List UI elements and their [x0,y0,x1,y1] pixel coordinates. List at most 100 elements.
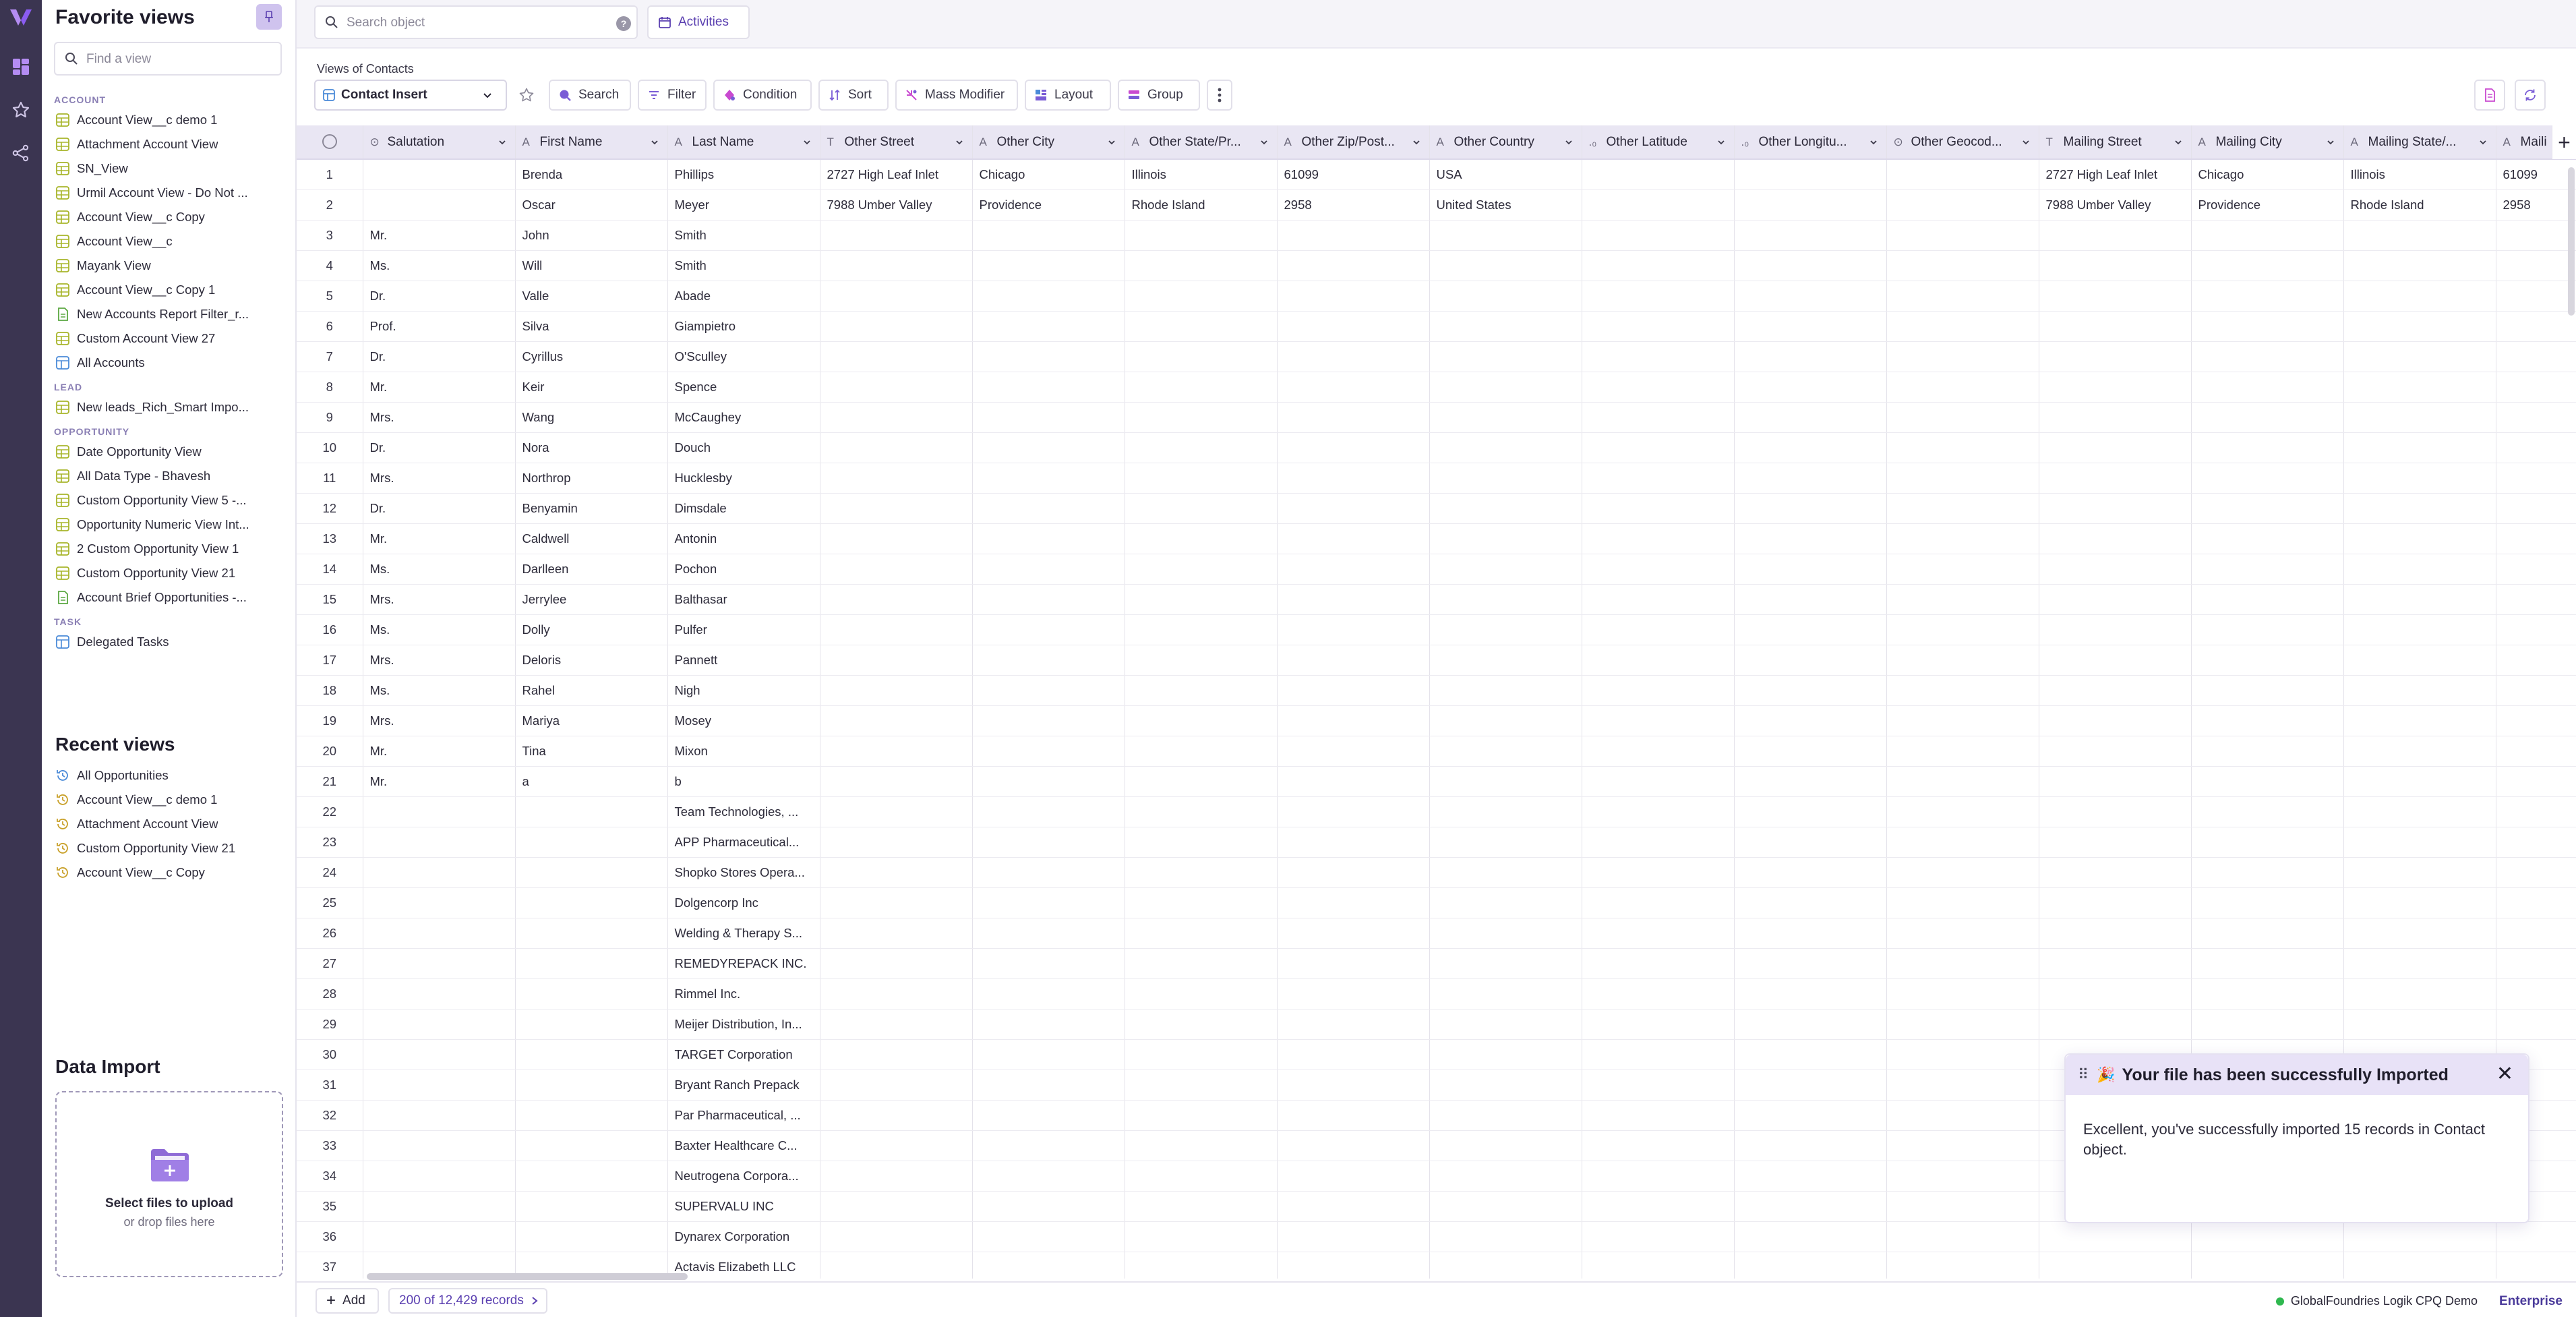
table-row[interactable]: 20 Mr. Tina Mixon [297,736,2576,767]
table-cell[interactable]: 61099 [1277,159,1430,190]
table-cell[interactable]: McCaughey [667,402,820,433]
table-cell[interactable] [2039,372,2192,403]
table-cell[interactable]: Pannett [667,645,820,676]
table-cell[interactable] [972,736,1125,767]
table-cell[interactable] [1886,675,2039,706]
table-cell[interactable] [1125,432,1278,463]
table-cell[interactable] [2496,341,2576,372]
table-row[interactable]: 28 Rimmel Inc. [297,978,2576,1009]
table-cell[interactable] [2343,372,2496,403]
table-cell[interactable] [972,1039,1125,1070]
table-cell[interactable] [820,614,973,645]
table-cell[interactable] [2039,827,2192,858]
table-cell[interactable] [820,948,973,979]
table-row[interactable]: 22 Team Technologies, ... [297,796,2576,827]
table-cell[interactable]: 7988 Umber Valley [2039,189,2192,221]
table-cell[interactable]: Ms. [363,675,516,706]
table-cell[interactable] [1886,1130,2039,1161]
more-options-button[interactable] [1207,80,1232,111]
table-cell[interactable] [820,523,973,554]
chevron-down-icon[interactable] [2021,136,2031,151]
table-cell[interactable] [1886,341,2039,372]
group-button[interactable]: Group [1118,80,1200,111]
table-cell[interactable]: Mrs. [363,402,516,433]
table-cell[interactable] [1429,523,1582,554]
table-cell[interactable] [1125,311,1278,342]
table-cell[interactable] [1125,1252,1278,1279]
table-cell[interactable] [1886,1191,2039,1222]
table-cell[interactable] [515,1191,668,1222]
table-cell[interactable] [2039,341,2192,372]
table-cell[interactable] [1429,463,1582,494]
column-header[interactable]: .₀ Other Longitu... [1734,125,1887,160]
table-cell[interactable] [820,736,973,767]
table-cell[interactable] [972,1161,1125,1192]
table-cell[interactable] [972,402,1125,433]
table-cell[interactable]: Mr. [363,766,516,797]
table-cell[interactable] [1582,827,1735,858]
search-button[interactable]: Search [549,80,631,111]
table-cell[interactable] [2191,523,2344,554]
table-cell[interactable] [1582,796,1735,827]
table-cell[interactable]: Shopko Stores Opera... [667,857,820,888]
table-cell[interactable]: Chicago [972,159,1125,190]
table-cell[interactable]: Ms. [363,554,516,585]
table-cell[interactable]: Brenda [515,159,668,190]
favorite-star-button[interactable] [514,82,539,108]
table-cell[interactable] [2496,705,2576,736]
table-cell[interactable] [2191,887,2344,918]
table-cell[interactable] [820,857,973,888]
chevron-down-icon[interactable] [1107,136,1116,151]
table-cell[interactable] [515,1161,668,1192]
table-cell[interactable] [2496,675,2576,706]
column-header[interactable]: A Other Country [1429,125,1582,160]
table-cell[interactable] [1734,887,1887,918]
table-cell[interactable] [972,281,1125,312]
table-cell[interactable] [972,1221,1125,1252]
table-cell[interactable]: Valle [515,281,668,312]
table-cell[interactable] [2343,341,2496,372]
table-cell[interactable] [2496,493,2576,524]
table-cell[interactable] [1734,1070,1887,1101]
table-cell[interactable] [820,341,973,372]
table-cell[interactable] [1582,766,1735,797]
filter-button[interactable]: Filter [638,80,707,111]
table-cell[interactable] [1125,918,1278,949]
table-cell[interactable] [2343,220,2496,251]
table-cell[interactable] [2191,554,2344,585]
table-cell[interactable] [1886,796,2039,827]
table-cell[interactable] [1429,402,1582,433]
chevron-down-icon[interactable] [650,136,659,151]
column-header[interactable]: A Other State/Pr... [1125,125,1278,160]
table-row[interactable]: 14 Ms. Darlleen Pochon [297,554,2576,585]
table-cell[interactable]: Deloris [515,645,668,676]
vertical-scrollbar[interactable] [2568,167,2575,316]
table-cell[interactable] [1734,1130,1887,1161]
sort-button[interactable]: Sort [818,80,889,111]
table-cell[interactable] [1277,584,1430,615]
table-cell[interactable] [820,1039,973,1070]
table-cell[interactable]: Ms. [363,250,516,281]
table-cell[interactable] [1734,645,1887,676]
table-cell[interactable] [820,645,973,676]
favorite-view-item[interactable]: Account View__c [54,229,290,254]
table-cell[interactable] [1125,250,1278,281]
table-cell[interactable] [2496,614,2576,645]
table-cell[interactable] [1277,1009,1430,1040]
table-cell[interactable]: Tina [515,736,668,767]
table-cell[interactable] [1277,705,1430,736]
pin-panel-button[interactable] [256,4,282,30]
star-icon[interactable] [8,97,34,123]
horizontal-scrollbar[interactable] [367,1273,688,1280]
table-cell[interactable]: Dimsdale [667,493,820,524]
table-cell[interactable]: Dolly [515,614,668,645]
table-cell[interactable] [2191,614,2344,645]
table-cell[interactable] [1582,1039,1735,1070]
table-cell[interactable]: Mrs. [363,463,516,494]
table-cell[interactable] [2496,766,2576,797]
table-cell[interactable] [1734,705,1887,736]
table-cell[interactable] [363,1100,516,1131]
table-cell[interactable] [1277,1161,1430,1192]
table-row[interactable]: 25 Dolgencorp Inc [297,887,2576,918]
table-cell[interactable] [2039,402,2192,433]
